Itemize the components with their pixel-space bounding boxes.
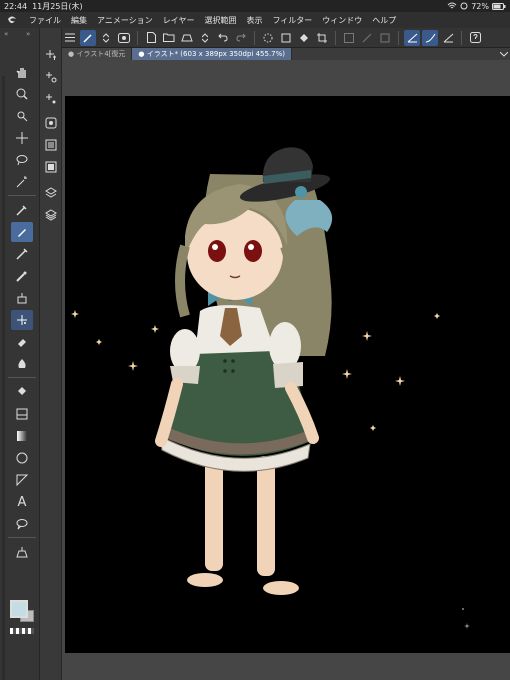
character-illustration <box>71 147 470 629</box>
correction-tool-icon[interactable] <box>11 542 33 562</box>
status-bar: 22:44 11月25日(木) 72% <box>0 0 510 12</box>
menu-animation[interactable]: アニメーション <box>92 15 158 26</box>
tab-illustration-4[interactable]: ● イラスト4[復元 <box>62 48 133 60</box>
status-right: 72% <box>447 2 506 11</box>
tool-divider <box>8 537 36 538</box>
tool-palette: « » A <box>0 28 40 680</box>
status-time: 22:44 <box>4 1 28 11</box>
tool-property-icon[interactable] <box>42 136 60 154</box>
decoration-tool-icon[interactable] <box>11 310 33 330</box>
hand-tool-icon[interactable] <box>11 62 33 82</box>
status-date: 11月25日(木) <box>32 1 83 11</box>
balloon-tool-icon[interactable] <box>11 514 33 534</box>
transparent-color-swatch[interactable] <box>10 628 34 634</box>
layer-icon[interactable] <box>42 206 60 224</box>
brush-mode-icon[interactable] <box>80 29 96 46</box>
rotation-lock-icon <box>460 2 468 10</box>
move-tool-icon[interactable] <box>11 128 33 148</box>
tool-divider <box>8 377 36 378</box>
chevron-updown-icon[interactable] <box>197 30 213 46</box>
brush-tool-icon[interactable] <box>11 266 33 286</box>
menu-bar: ファイル 編集 アニメーション レイヤー 選択範囲 表示 フィルター ウィンドウ… <box>0 12 510 28</box>
chevron-updown-icon[interactable] <box>98 30 114 46</box>
magic-wand-icon[interactable] <box>11 172 33 192</box>
menu-help[interactable]: ヘルプ <box>367 15 401 26</box>
pen-tool-icon[interactable] <box>11 222 33 242</box>
save-icon[interactable] <box>179 30 195 46</box>
zoom-tool-icon[interactable] <box>11 84 33 104</box>
sparkle-brush-3-icon[interactable] <box>42 90 60 108</box>
grid-disabled-icon[interactable] <box>341 30 357 46</box>
collapse-right-icon[interactable]: » <box>26 30 30 38</box>
battery-percent: 72% <box>471 1 489 11</box>
deselect-icon[interactable] <box>260 30 276 46</box>
eyedropper-tool-icon[interactable] <box>11 200 33 220</box>
toolbar-divider <box>335 30 336 45</box>
clip-studio-logo-icon[interactable] <box>0 12 24 28</box>
sub-tool-palette <box>40 28 62 680</box>
sparkle-brush-2-icon[interactable] <box>42 68 60 86</box>
pencil-tool-icon[interactable] <box>11 244 33 264</box>
menu-filter[interactable]: フィルター <box>267 15 317 26</box>
ruler-disabled-icon[interactable] <box>359 30 375 46</box>
visibility-icon[interactable] <box>116 30 132 46</box>
eraser-tool-icon[interactable] <box>11 332 33 352</box>
material-icon[interactable] <box>42 184 60 202</box>
fill-tool-icon[interactable] <box>11 382 33 402</box>
main-color-swatch[interactable] <box>10 600 28 618</box>
menu-window[interactable]: ウィンドウ <box>317 15 367 26</box>
new-file-icon[interactable] <box>143 30 159 46</box>
toolbar-divider <box>398 30 399 45</box>
snap-special-ruler-icon[interactable] <box>422 29 438 46</box>
collapse-left-icon[interactable]: « <box>4 30 8 38</box>
brush-size-icon[interactable] <box>42 158 60 176</box>
canvas-tabs: ● イラスト4[復元 ● イラスト* (603 x 389px 350dpi 4… <box>62 48 510 60</box>
undo-icon[interactable] <box>215 30 231 46</box>
toolbar-divider <box>137 30 138 45</box>
gradient-fill-icon[interactable] <box>11 404 33 424</box>
toolbar-divider <box>254 30 255 45</box>
snap-disabled-icon[interactable] <box>377 30 393 46</box>
sparkle-brush-icon[interactable] <box>42 46 60 64</box>
snap-grid-icon[interactable] <box>440 30 456 46</box>
menu-view[interactable]: 表示 <box>241 15 267 26</box>
frame-border-icon[interactable] <box>11 470 33 490</box>
tool-divider <box>8 195 36 196</box>
airbrush-tool-icon[interactable] <box>11 288 33 308</box>
wifi-icon <box>447 2 457 10</box>
toolbar-divider <box>461 30 462 45</box>
menu-layer[interactable]: レイヤー <box>158 15 200 26</box>
clear-icon[interactable] <box>278 30 294 46</box>
navigator-icon[interactable] <box>42 114 60 132</box>
menu-icon[interactable] <box>62 30 78 46</box>
redo-icon[interactable] <box>233 30 249 46</box>
drawing-canvas[interactable] <box>65 96 510 653</box>
text-tool-icon[interactable]: A <box>11 492 33 512</box>
snap-ruler-icon[interactable] <box>404 29 420 46</box>
gradient-tool-icon[interactable] <box>11 426 33 446</box>
tab-illustration-active[interactable]: ● イラスト* (603 x 389px 350dpi 455.7%) <box>132 48 293 60</box>
crop-icon[interactable] <box>314 30 330 46</box>
blend-tool-icon[interactable] <box>11 354 33 374</box>
open-folder-icon[interactable] <box>161 30 177 46</box>
battery-icon <box>492 2 506 10</box>
menu-edit[interactable]: 編集 <box>66 15 92 26</box>
operation-tool-icon[interactable] <box>11 106 33 126</box>
figure-tool-icon[interactable] <box>11 448 33 468</box>
chevron-down-icon[interactable] <box>498 48 510 60</box>
menu-file[interactable]: ファイル <box>24 15 66 26</box>
fill-icon[interactable] <box>296 30 312 46</box>
command-bar <box>0 28 510 48</box>
menu-selection[interactable]: 選択範囲 <box>199 15 241 26</box>
help-icon[interactable] <box>467 30 483 46</box>
tool-palette-scrollbar[interactable] <box>2 76 5 680</box>
lasso-tool-icon[interactable] <box>11 150 33 170</box>
